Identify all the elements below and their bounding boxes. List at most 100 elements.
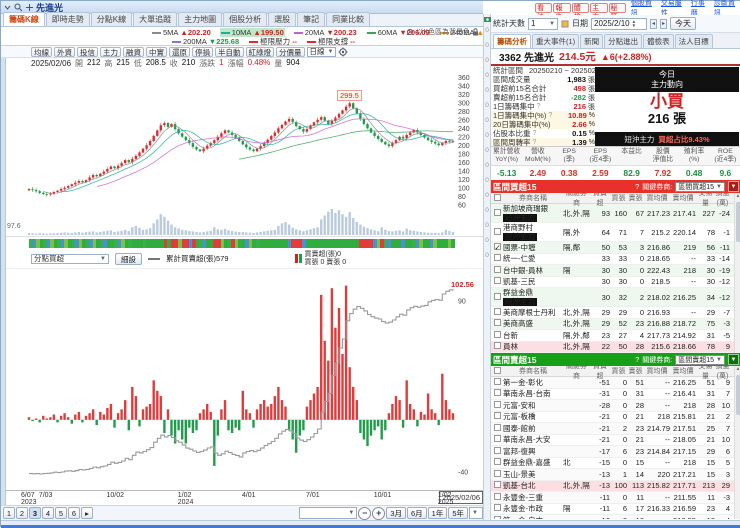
toolbar-button-2[interactable]: 投信 [77,46,98,57]
scroll-up-icon[interactable]: ▲ [735,193,740,200]
row-checkbox[interactable] [493,435,501,443]
next-day-button[interactable]: ▸ [660,18,667,29]
tab-5[interactable]: 個股分析 [223,12,268,26]
more-range-select[interactable]: ▼ [469,507,483,519]
table-scrollbar[interactable]: ▲ [734,193,740,353]
range-select[interactable]: ▼ [299,507,358,519]
scrollbar-thumb[interactable] [736,375,740,415]
tab-4[interactable]: 主力地圖 [178,12,223,26]
add-icon[interactable] [26,3,33,11]
timeframe-select[interactable]: 日線 ▼ [306,46,337,57]
tab-0[interactable]: 籌碼K線 [3,12,45,26]
help-icon[interactable]: ? [533,130,537,137]
analysis-tab-5[interactable]: 法人目標 [674,34,713,48]
collapse-button[interactable]: ▼ [728,181,739,192]
row-checkbox[interactable] [493,492,501,500]
range-button-1年[interactable]: 1年 [427,507,448,519]
toolbar-button-9[interactable]: 紅綠燈 [245,46,274,57]
toolbar-button-3[interactable]: 主力 [100,46,121,57]
tab-1[interactable]: 即時走勢 [45,12,90,26]
sell-filter-select[interactable]: 區間賣超15 ▼ [675,354,725,365]
row-checkbox[interactable] [493,412,501,420]
detail-settings-button[interactable]: 細設 [115,252,142,265]
page-button-2[interactable]: 2 [16,507,28,519]
quick-button-看法[interactable]: 看法 [535,3,553,21]
row-checkbox[interactable] [493,446,501,454]
analysis-tab-1[interactable]: 重大事件(1) [532,34,580,48]
row-checkbox[interactable] [493,292,501,300]
broker-metric-select[interactable]: 分點買超 ▼ [31,253,109,264]
background-setting[interactable]: 以K色區為背景色 [406,27,479,37]
page-button-4[interactable]: 4 [42,507,54,519]
page-button-6[interactable]: 6 [68,507,80,519]
row-checkbox[interactable] [493,277,501,285]
camera-icon[interactable] [484,16,491,22]
scroll-up-icon[interactable]: ▲ [735,366,740,373]
range-button-6月[interactable]: 6月 [406,507,427,519]
left-splitter[interactable] [1,58,6,505]
range-button-3月[interactable]: 3月 [386,507,406,519]
toolbar-button-5[interactable]: 中實 [146,46,167,57]
row-checkbox[interactable] [493,504,501,512]
zoom-out-button[interactable]: − [358,506,372,520]
row-checkbox[interactable] [493,423,501,431]
row-checkbox[interactable] [493,515,501,519]
scrollbar-thumb[interactable] [736,202,740,242]
toolbar-button-7[interactable]: 停損 [192,46,213,57]
row-checkbox[interactable] [493,469,501,477]
days-select[interactable]: 1 ▼ [528,17,558,30]
row-checkbox[interactable] [493,208,501,216]
row-checkbox[interactable] [493,254,501,262]
chevron-down-icon[interactable] [4,4,11,11]
tab-7[interactable]: 筆記 [297,12,326,26]
tab-6[interactable]: 選股 [268,12,297,26]
toolbar-button-0[interactable]: 均線 [31,46,52,57]
page-button-3[interactable]: 3 [29,507,41,519]
broker-netbuy-chart[interactable]: 102.56 90 -40 [1,269,483,491]
toolbar-button-8[interactable]: 半自動 [215,46,244,57]
help-icon[interactable]: ? [533,139,537,146]
tab-3[interactable]: 大單追蹤 [133,12,178,26]
search-icon[interactable] [14,3,23,12]
toolbar-button-10[interactable]: 分價量 [276,46,305,57]
row-checkbox[interactable] [493,389,501,397]
row-checkbox[interactable] [493,342,501,350]
row-checkbox[interactable] [493,400,501,408]
candlestick-chart[interactable]: 360 340 320 300 280 260 240 220 200 180 160 140 120 1… [1,69,483,237]
row-checkbox[interactable] [493,377,501,385]
analysis-tab-0[interactable]: 籌碼分析 [493,34,531,48]
toolbar-button-4[interactable]: 融資 [123,46,144,57]
spinner-icon[interactable]: ▲ ▼ [632,19,636,28]
date-input[interactable]: 2025/2/10 ▲ ▼ [591,17,647,30]
quick-button-報告[interactable]: 報告 [553,3,571,21]
help-icon[interactable]: ? [635,355,639,364]
help-icon[interactable]: ? [548,112,552,119]
toolbar-button-6[interactable]: 還原 [169,46,190,57]
analysis-tab-3[interactable]: 分點進出 [604,34,643,48]
toolbar-button-1[interactable]: 外資 [54,46,75,57]
analysis-tab-2[interactable]: 新聞 [580,34,604,48]
row-checkbox[interactable] [493,330,501,338]
row-checkbox[interactable] [493,307,501,315]
quick-button-體檢[interactable]: 體檢 [571,3,590,21]
analysis-tab-4[interactable]: 體檢表 [643,34,674,48]
help-icon[interactable]: ? [635,182,639,191]
page-button-1[interactable]: 1 [3,507,15,519]
gear-icon[interactable] [338,47,348,57]
collapse-button[interactable]: ▼ [728,354,739,365]
range-button-5年[interactable]: 5年 [448,507,468,519]
table-scrollbar[interactable]: ▲ [734,366,740,519]
tag-icon[interactable] [561,20,569,28]
page-button-5[interactable]: 5 [55,507,67,519]
pager-next-button[interactable]: ▸ [81,507,93,519]
tab-2[interactable]: 分點K線 [90,12,133,26]
row-checkbox[interactable] [493,227,501,235]
today-button[interactable]: 今天 [670,17,696,30]
panel-splitter[interactable]: 0 0 0 0 0 0 0 0 0 0 0 0 0 0 0 0 [483,14,491,520]
prev-day-button[interactable]: ◂ [650,18,657,29]
row-checkbox[interactable] [493,319,501,327]
row-checkbox[interactable]: ✓ [493,242,501,251]
select-all-checkbox[interactable] [493,366,501,374]
tab-8[interactable]: 同業比較 [326,12,371,26]
quick-button-主力[interactable]: 主力 [590,3,608,21]
